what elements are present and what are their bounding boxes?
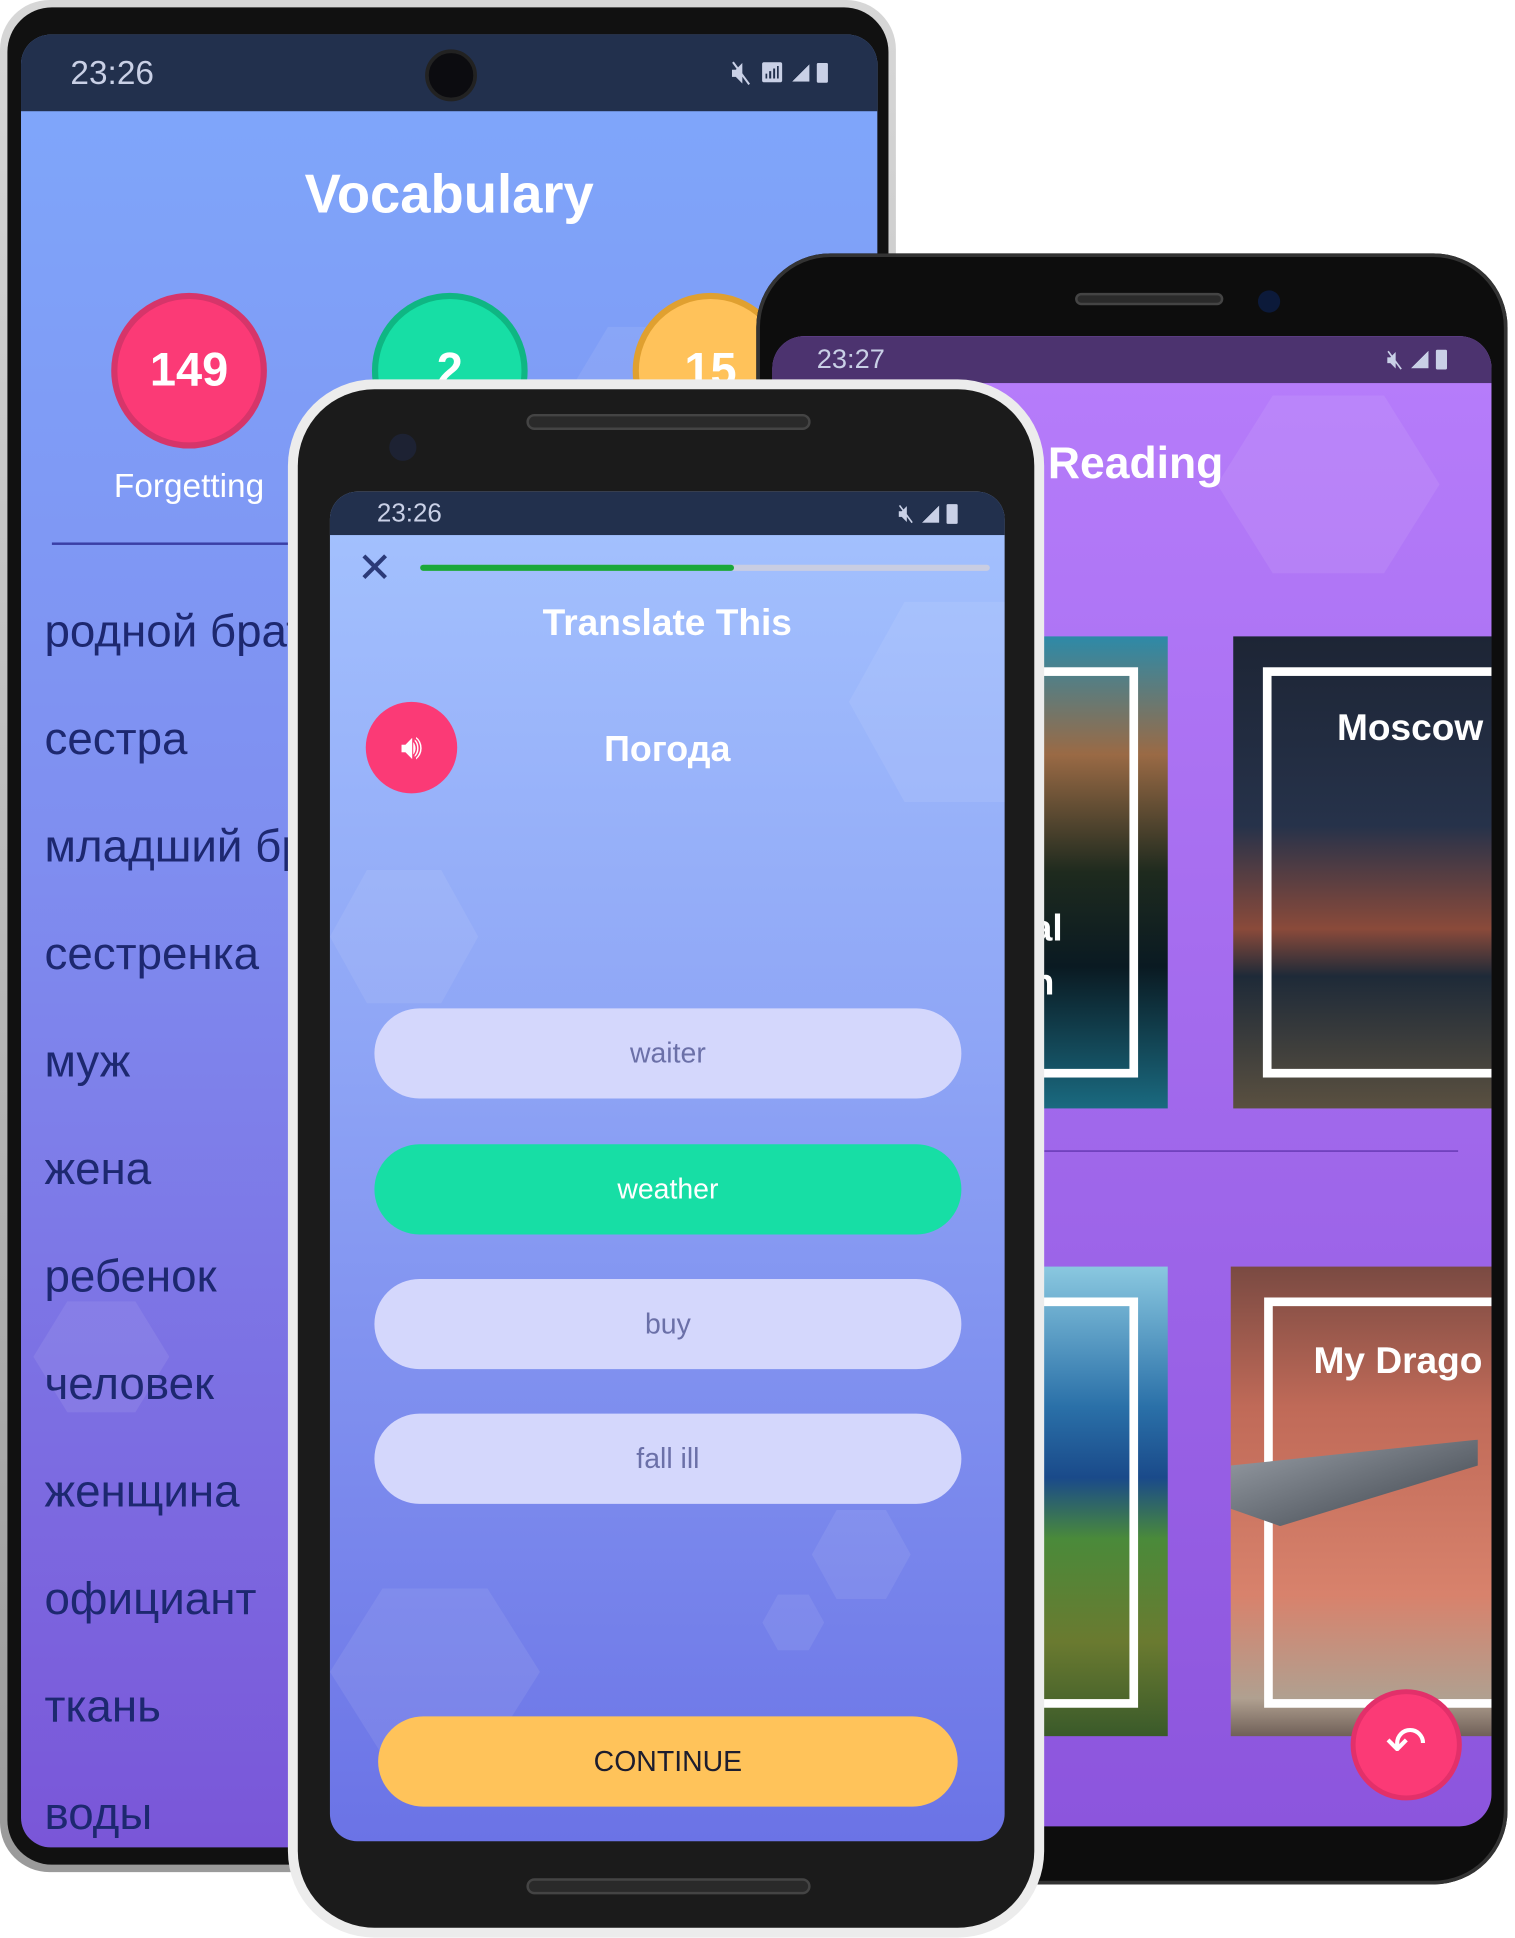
continue-button[interactable]: CONTINUE <box>378 1716 958 1807</box>
vocab-word-item[interactable]: сестра <box>44 713 187 765</box>
vocab-word-item[interactable]: сестренка <box>44 928 259 980</box>
battery-icon <box>1435 349 1448 370</box>
vocab-word-item[interactable]: жена <box>44 1143 151 1195</box>
forgetting-label: Forgetting <box>113 467 265 505</box>
quiz-phone: 23:26 🔇︎ ✕ Translate This 🔊︎ Погода wait… <box>287 379 1045 1938</box>
status-time: 23:26 <box>70 53 154 91</box>
vocab-word-item[interactable]: муж <box>44 1036 130 1088</box>
forgetting-count-badge[interactable]: 149 <box>111 292 267 449</box>
progress-fill <box>420 564 734 571</box>
progress-bar <box>420 564 990 571</box>
battery-icon <box>946 503 958 524</box>
vocab-word-item[interactable]: человек <box>44 1358 214 1410</box>
divider <box>1044 1150 1459 1152</box>
signal-icon <box>921 504 940 523</box>
vocab-word-item[interactable]: ткань <box>44 1681 160 1733</box>
mute-icon: 🔇︎ <box>731 53 753 91</box>
status-time: 23:27 <box>816 343 885 375</box>
answer-option[interactable]: waiter <box>374 1008 962 1099</box>
vocab-word-item[interactable]: воды <box>44 1788 152 1840</box>
quiz-screen: 23:26 🔇︎ ✕ Translate This 🔊︎ Погода wait… <box>329 491 1005 1842</box>
wifi-icon: 📶︎ <box>759 63 785 85</box>
vocab-word-item[interactable]: родной брат <box>44 605 306 657</box>
vocab-word-item[interactable]: официант <box>44 1573 256 1625</box>
camera-icon <box>389 433 417 461</box>
signal-icon <box>1411 350 1429 369</box>
status-time: 23:26 <box>376 498 442 528</box>
exercise-title: Translate This <box>542 603 792 644</box>
camera-icon <box>1257 290 1281 313</box>
story-card-title: My Drago <box>1313 1340 1483 1382</box>
close-icon[interactable]: ✕ <box>357 547 392 589</box>
story-card-moscow[interactable]: Moscow <box>1233 636 1492 1109</box>
story-card-title: Moscow <box>1337 708 1484 749</box>
mute-icon: 🔇︎ <box>1386 343 1404 375</box>
vocab-word-item[interactable]: ребенок <box>44 1251 216 1303</box>
undo-arrow-icon[interactable]: ↶ <box>1350 1689 1462 1801</box>
vocab-word-item[interactable]: женщина <box>44 1466 239 1518</box>
page-title: Reading <box>1047 437 1224 489</box>
battery-icon <box>816 63 828 83</box>
answer-option[interactable]: buy <box>374 1278 962 1370</box>
page-title: Vocabulary <box>304 164 594 225</box>
answer-option[interactable]: fall ill <box>374 1413 962 1504</box>
status-bar: 23:26 🔇︎ <box>329 491 1005 536</box>
mute-icon: 🔇︎ <box>898 498 915 528</box>
signal-icon <box>792 64 810 82</box>
story-card-dragon[interactable]: My Drago <box>1230 1266 1492 1737</box>
answer-option[interactable]: weather <box>374 1144 962 1235</box>
status-bar: 23:27 🔇︎ <box>772 336 1492 384</box>
prompt-word: Погода <box>604 730 731 770</box>
camera-icon <box>425 49 477 102</box>
